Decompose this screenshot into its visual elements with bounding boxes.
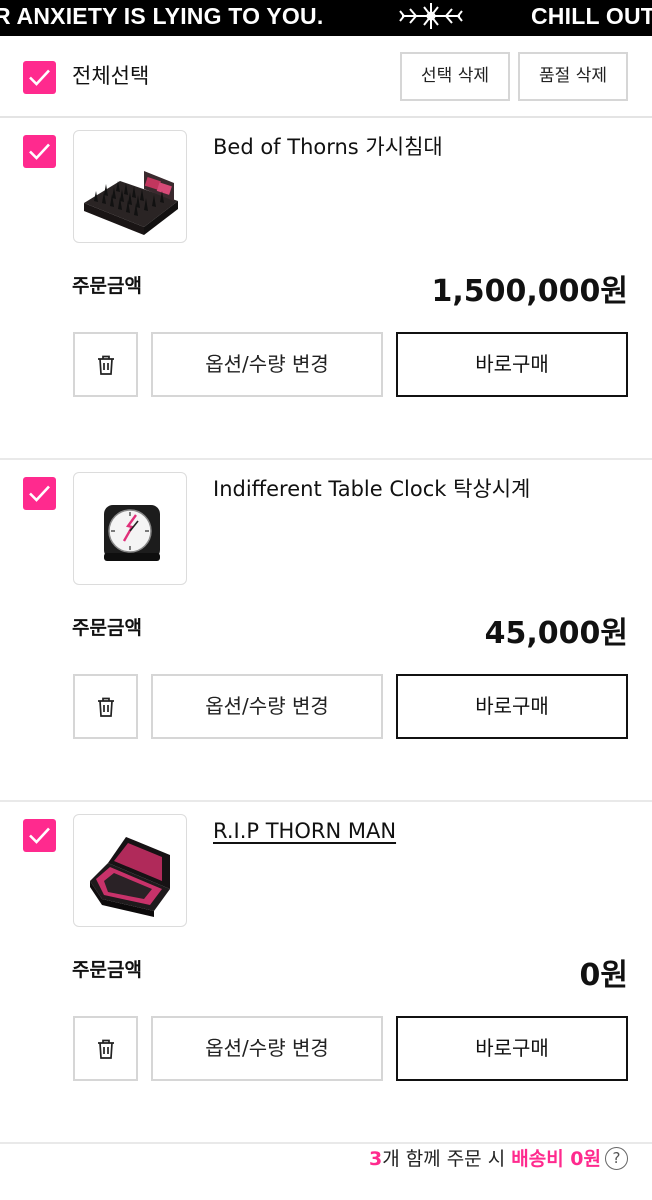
check-icon <box>29 827 50 844</box>
item-thumbnail[interactable] <box>73 814 187 927</box>
banner-text-right: CHILL OUT <box>531 3 652 29</box>
change-option-button[interactable]: 옵션/수량 변경 <box>151 332 383 397</box>
buy-now-button[interactable]: 바로구매 <box>396 674 628 739</box>
table-clock-image <box>104 505 160 561</box>
delete-item-button[interactable] <box>73 674 138 739</box>
amount-value: 0원 <box>579 958 628 993</box>
thorn-cross-logo <box>399 3 463 29</box>
amount-value: 45,000원 <box>484 616 628 651</box>
buy-now-button[interactable]: 바로구매 <box>396 1016 628 1081</box>
trash-icon <box>98 697 114 717</box>
select-all-row: 전체선택 선택 삭제 품절 삭제 <box>0 36 652 118</box>
check-icon <box>29 69 50 86</box>
delete-item-button[interactable] <box>73 332 138 397</box>
shipping-summary-line: 3개 함께 주문 시 배송비 0원? <box>369 1144 628 1174</box>
change-option-button[interactable]: 옵션/수량 변경 <box>151 674 383 739</box>
coffin-image <box>90 837 170 917</box>
cart-item: R.I.P THORN MAN 주문금액 0원 옵션/수량 변경 바로구매 <box>0 802 652 1144</box>
amount-label: 주문금액 <box>72 275 142 297</box>
marquee-banner: R ANXIETY IS LYING TO YOU. CHILL OUT <box>0 0 652 36</box>
item-count: 3 <box>368 1148 383 1170</box>
item-name[interactable]: Bed of Thorns 가시침대 <box>213 132 443 162</box>
amount-label: 주문금액 <box>72 959 142 981</box>
trash-icon <box>98 355 114 375</box>
select-all-checkbox[interactable] <box>23 61 56 94</box>
item-name[interactable]: R.I.P THORN MAN <box>213 816 396 846</box>
cart-item: Indifferent Table Clock 탁상시계 주문금액 45,000… <box>0 460 652 802</box>
amount-value: 1,500,000원 <box>431 274 628 309</box>
delete-item-button[interactable] <box>73 1016 138 1081</box>
amount-label: 주문금액 <box>72 617 142 639</box>
question-circle-icon[interactable]: ? <box>605 1147 628 1170</box>
delete-soldout-button[interactable]: 품절 삭제 <box>518 52 628 101</box>
item-thumbnail[interactable] <box>73 472 187 585</box>
cart-item: Bed of Thorns 가시침대 주문금액 1,500,000원 옵션/수량… <box>0 118 652 460</box>
change-option-button[interactable]: 옵션/수량 변경 <box>151 1016 383 1081</box>
item-thumbnail[interactable] <box>73 130 187 243</box>
item-checkbox[interactable] <box>23 819 56 852</box>
item-checkbox[interactable] <box>23 135 56 168</box>
check-icon <box>29 485 50 502</box>
banner-text-left: R ANXIETY IS LYING TO YOU. <box>0 3 324 29</box>
trash-icon <box>98 1039 114 1059</box>
shipping-fee: 배송비 0원 <box>511 1148 601 1170</box>
item-name[interactable]: Indifferent Table Clock 탁상시계 <box>213 474 530 504</box>
shipping-summary-text: 개 함께 주문 시 <box>382 1148 512 1170</box>
check-icon <box>29 143 50 160</box>
delete-selected-button[interactable]: 선택 삭제 <box>400 52 510 101</box>
select-all-label: 전체선택 <box>72 64 150 88</box>
bed-of-thorns-image <box>84 171 178 235</box>
item-checkbox[interactable] <box>23 477 56 510</box>
buy-now-button[interactable]: 바로구매 <box>396 332 628 397</box>
shipping-summary: 3개 함께 주문 시 배송비 0원? <box>0 1124 652 1200</box>
